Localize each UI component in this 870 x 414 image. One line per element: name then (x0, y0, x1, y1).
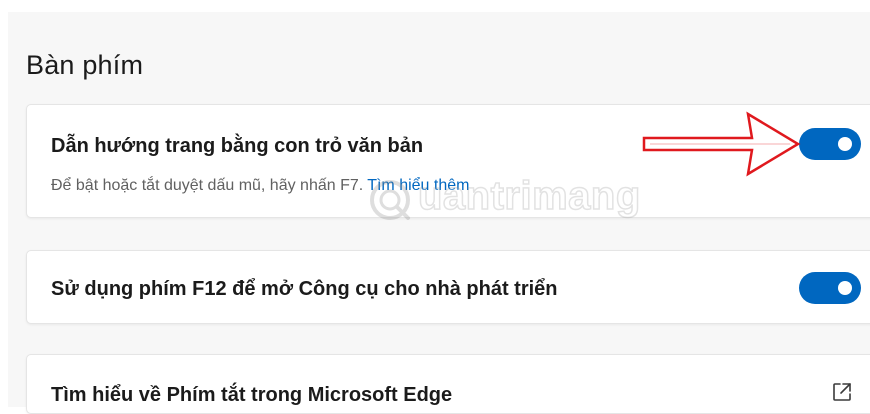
toggle-knob (838, 281, 852, 295)
caret-browsing-toggle[interactable] (799, 128, 861, 160)
external-link-icon[interactable] (831, 381, 853, 403)
setting-description: Để bật hoặc tắt duyệt dấu mũ, hãy nhấn F… (51, 177, 469, 195)
setting-description-text: Để bật hoặc tắt duyệt dấu mũ, hãy nhấn F… (51, 177, 364, 194)
section-title: Bàn phím (26, 50, 144, 80)
toggle-knob (838, 137, 852, 151)
annotation-arrow-icon (642, 111, 801, 177)
setting-title: Tìm hiểu về Phím tắt trong Microsoft Edg… (51, 384, 453, 406)
setting-title: Dẫn hướng trang bằng con trỏ văn bản (51, 135, 424, 157)
f12-devtools-toggle[interactable] (799, 272, 861, 304)
learn-more-link[interactable]: Tìm hiểu thêm (367, 177, 469, 194)
setting-title: Sử dụng phím F12 để mở Công cụ cho nhà p… (51, 278, 558, 300)
setting-f12-devtools: Sử dụng phím F12 để mở Công cụ cho nhà p… (26, 250, 870, 324)
setting-keyboard-shortcuts-link[interactable]: Tìm hiểu về Phím tắt trong Microsoft Edg… (26, 354, 870, 414)
